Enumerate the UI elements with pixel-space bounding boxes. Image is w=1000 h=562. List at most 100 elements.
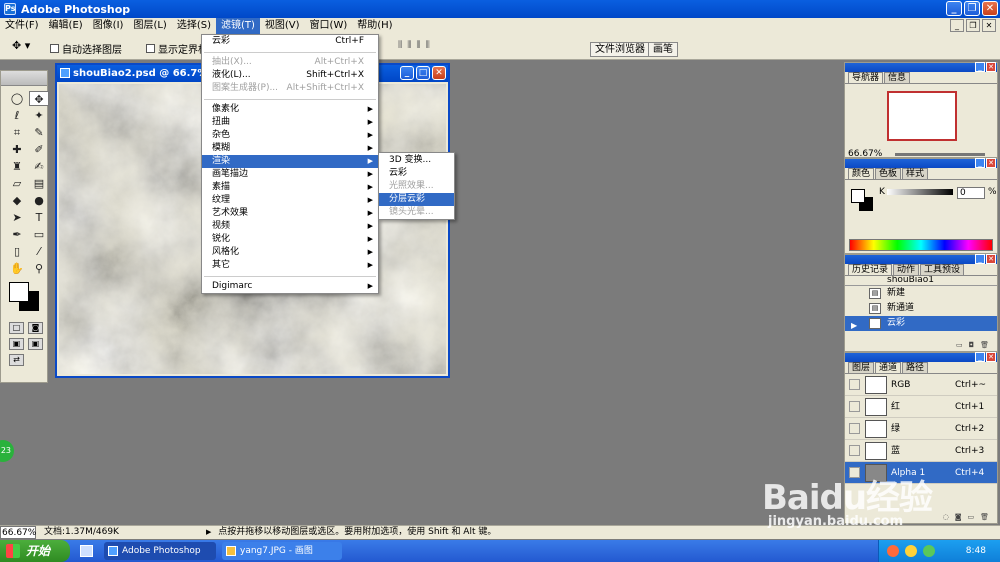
slice-tool-icon[interactable]: ✎ — [29, 125, 49, 140]
panel-close-icon[interactable]: ✕ — [986, 352, 996, 362]
last-filter-item[interactable]: 云彩 Ctrl+F — [202, 35, 378, 48]
move-tool-icon[interactable]: ✥ — [29, 91, 49, 106]
doc-window-minimize-button[interactable]: _ — [400, 66, 414, 80]
filter-category-sketch[interactable]: 素描 ▶ — [202, 181, 378, 194]
jump-to-imageready-icon[interactable]: ⇄ — [9, 354, 24, 366]
navigator-zoom-slider[interactable] — [895, 153, 985, 156]
trash-icon[interactable]: 🗑 — [980, 513, 989, 523]
channel-row[interactable]: RGB Ctrl+~ — [845, 374, 997, 396]
navigator-preview[interactable] — [887, 91, 957, 141]
dodge-tool-icon[interactable]: ● — [29, 193, 49, 208]
quicklaunch-desktop-icon[interactable] — [80, 545, 93, 557]
channel-row[interactable]: 红 Ctrl+1 — [845, 396, 997, 418]
filter-category-brush-strokes[interactable]: 画笔描边 ▶ — [202, 168, 378, 181]
tab-history[interactable]: 历史记录 — [848, 264, 893, 275]
filter-category-distort[interactable]: 扭曲 ▶ — [202, 116, 378, 129]
panel-header[interactable]: _ ✕ — [845, 158, 997, 168]
notes-tool-icon[interactable]: ▯ — [7, 244, 27, 259]
channel-row[interactable]: 绿 Ctrl+2 — [845, 418, 997, 440]
new-document-icon[interactable]: ▭ — [956, 341, 963, 351]
healing-brush-icon[interactable]: ✚ — [7, 142, 27, 157]
filter-category-artistic[interactable]: 艺术效果 ▶ — [202, 207, 378, 220]
menu-image[interactable]: 图像(I) — [88, 18, 129, 34]
history-item[interactable]: ▤ 新建 — [845, 286, 997, 301]
tray-app-icon[interactable] — [887, 545, 899, 557]
render-3d-transform-item[interactable]: 3D 变换... — [379, 154, 454, 167]
channel-row[interactable]: 蓝 Ctrl+3 — [845, 440, 997, 462]
filter-category-video[interactable]: 视频 ▶ — [202, 220, 378, 233]
new-snapshot-icon[interactable]: ◘ — [969, 341, 975, 351]
render-clouds-item[interactable]: 云彩 — [379, 167, 454, 180]
hand-tool-icon[interactable]: ✋ — [7, 261, 27, 276]
visibility-toggle[interactable] — [849, 445, 860, 456]
taskbar-item-photoshop[interactable]: Adobe Photoshop — [104, 542, 216, 560]
history-snapshot[interactable]: shouBiao1 — [845, 276, 997, 286]
visibility-toggle[interactable] — [849, 401, 860, 412]
panel-header[interactable]: _ ✕ — [845, 254, 997, 264]
taskbar-item-paint[interactable]: yang7.JPG - 画图 — [222, 542, 342, 560]
render-lighting-effects-item[interactable]: 光照效果... — [379, 180, 454, 193]
panel-header[interactable]: _ ✕ — [845, 62, 997, 72]
filter-category-digimarc[interactable]: Digimarc ▶ — [202, 280, 378, 293]
minimize-button[interactable]: _ — [946, 1, 962, 16]
history-item[interactable]: ▤ 新通道 — [845, 301, 997, 316]
panel-header[interactable]: _ ✕ — [845, 352, 997, 362]
render-difference-clouds-item[interactable]: 分层云彩 — [379, 193, 454, 206]
type-tool-icon[interactable]: T — [29, 210, 49, 225]
status-zoom-field[interactable]: 66.67% — [0, 526, 36, 539]
file-browser-tab[interactable]: 文件浏览器 — [590, 42, 650, 57]
brushes-tab[interactable]: 画笔 — [648, 42, 678, 57]
toolbox-header[interactable] — [1, 71, 47, 86]
path-select-icon[interactable]: ➤ — [7, 210, 27, 225]
move-tool-preset-icon[interactable]: ✥ ▾ — [12, 39, 38, 53]
panel-close-icon[interactable]: ✕ — [986, 62, 996, 72]
menu-help[interactable]: 帮助(H) — [352, 18, 397, 34]
foreground-color-swatch[interactable] — [9, 282, 29, 302]
start-button[interactable]: 开始 — [0, 540, 70, 562]
pen-tool-icon[interactable]: ✒ — [7, 227, 27, 242]
doc-window-close-button[interactable]: ✕ — [432, 66, 446, 80]
screen-mode-full-icon[interactable]: ▣ — [28, 338, 43, 350]
color-foreground-swatch[interactable] — [851, 189, 865, 203]
align-icon[interactable]: ⫴ — [407, 40, 411, 51]
filter-category-pixelate[interactable]: 像素化 ▶ — [202, 103, 378, 116]
doc-window-maximize-button[interactable]: □ — [416, 66, 430, 80]
shape-tool-icon[interactable]: ▭ — [29, 227, 49, 242]
screen-mode-standard-icon[interactable]: ▣ — [9, 338, 24, 350]
restore-button[interactable]: ❐ — [964, 1, 980, 16]
color-slider[interactable] — [887, 189, 953, 195]
menu-view[interactable]: 视图(V) — [260, 18, 305, 34]
menu-window[interactable]: 窗口(W) — [305, 18, 353, 34]
filter-category-sharpen[interactable]: 锐化 ▶ — [202, 233, 378, 246]
panel-close-icon[interactable]: ✕ — [986, 254, 996, 264]
quickmask-mode-icon[interactable]: ◙ — [28, 322, 43, 334]
color-spectrum-ramp[interactable] — [849, 239, 993, 251]
extract-item[interactable]: 抽出(X)... Alt+Ctrl+X — [202, 56, 378, 69]
blur-tool-icon[interactable]: ◆ — [7, 193, 27, 208]
tab-styles[interactable]: 样式 — [902, 168, 929, 179]
tab-color[interactable]: 颜色 — [848, 168, 875, 179]
tab-info[interactable]: 信息 — [884, 72, 911, 83]
checkbox-box[interactable] — [50, 44, 59, 53]
panel-minimize-icon[interactable]: _ — [975, 352, 985, 362]
color-value-input[interactable]: 0 — [957, 187, 985, 199]
menu-select[interactable]: 选择(S) — [172, 18, 216, 34]
filter-category-texture[interactable]: 纹理 ▶ — [202, 194, 378, 207]
menu-file[interactable]: 文件(F) — [0, 18, 44, 34]
history-brush-icon[interactable]: ✍ — [29, 159, 49, 174]
doc-minimize-button[interactable]: _ — [950, 19, 964, 32]
marquee-tool-icon[interactable]: ◯ — [7, 91, 27, 106]
menu-filter[interactable]: 滤镜(T) — [215, 18, 260, 34]
eyedropper-icon[interactable]: ⁄ — [29, 244, 49, 259]
tab-tool-presets[interactable]: 工具预设 — [920, 264, 965, 275]
tray-network-icon[interactable] — [923, 545, 935, 557]
tab-layers[interactable]: 图层 — [848, 362, 875, 373]
align-icon[interactable]: ⫴ — [416, 40, 420, 51]
filter-category-render[interactable]: 渲染 ▶ — [202, 155, 378, 168]
menu-layer[interactable]: 图层(L) — [128, 18, 171, 34]
checkbox-box[interactable] — [146, 44, 155, 53]
panel-minimize-icon[interactable]: _ — [975, 158, 985, 168]
standard-mode-icon[interactable]: □ — [9, 322, 24, 334]
pattern-maker-item[interactable]: 图案生成器(P)... Alt+Shift+Ctrl+X — [202, 82, 378, 95]
tab-paths[interactable]: 路径 — [902, 362, 929, 373]
